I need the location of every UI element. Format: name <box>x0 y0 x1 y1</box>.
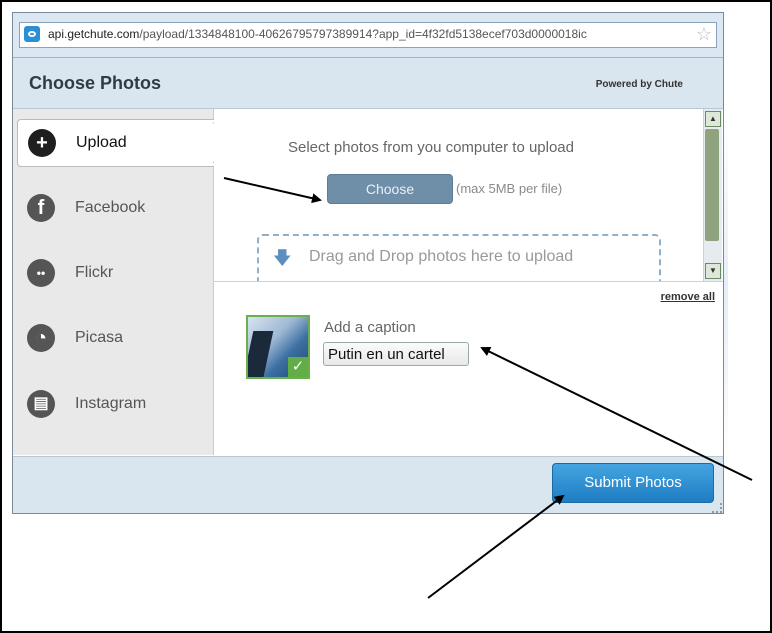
instagram-icon: ▤ <box>27 390 55 418</box>
sidebar-item-label: Flickr <box>75 264 114 281</box>
divider <box>214 281 723 282</box>
background-page-edge <box>724 110 728 470</box>
upload-panel: Select photos from you computer to uploa… <box>214 109 723 455</box>
sidebar-item-flickr[interactable]: •• Flickr <box>17 250 213 296</box>
caption-input[interactable]: Putin en un cartel <box>323 342 469 366</box>
down-arrow-icon: 🡇 <box>273 248 292 268</box>
dialog-footer: Submit Photos <box>13 456 723 513</box>
checkmark-icon: ✓ <box>288 357 308 377</box>
sidebar-item-label: Upload <box>76 134 127 151</box>
sidebar-item-label: Facebook <box>75 199 146 216</box>
sidebar-item-instagram[interactable]: ▤ Instagram <box>17 381 213 427</box>
sidebar-item-picasa[interactable]: ◔ Picasa <box>17 315 213 361</box>
sidebar-item-facebook[interactable]: f Facebook <box>17 185 213 231</box>
scroll-down-icon[interactable]: ▼ <box>705 263 721 279</box>
chute-favicon-icon <box>24 26 40 42</box>
resize-grip-icon[interactable] <box>712 503 722 513</box>
url-text: api.getchute.com/payload/1334848100-4062… <box>48 27 587 41</box>
thumbnail-shape <box>248 331 274 377</box>
star-icon[interactable]: ☆ <box>696 24 712 45</box>
remove-all-link[interactable]: remove all <box>661 291 715 303</box>
sidebar-item-label: Instagram <box>75 395 147 412</box>
dialog-title: Choose Photos <box>29 73 162 93</box>
choose-button[interactable]: Choose <box>327 174 453 204</box>
sidebar-item-label: Picasa <box>75 329 124 346</box>
photo-thumbnail[interactable]: ✓ <box>246 315 310 379</box>
sidebar-item-upload[interactable]: + Upload <box>17 119 215 167</box>
flickr-icon: •• <box>27 259 55 287</box>
scrollbar-thumb[interactable] <box>705 129 719 241</box>
drop-zone-text: Drag and Drop photos here to upload <box>309 248 574 265</box>
url-field[interactable]: api.getchute.com/payload/1334848100-4062… <box>19 22 717 48</box>
caption-label: Add a caption <box>324 319 416 336</box>
popup-window: api.getchute.com/payload/1334848100-4062… <box>12 12 724 514</box>
scroll-up-icon[interactable]: ▲ <box>705 111 721 127</box>
upload-area: Select photos from you computer to uploa… <box>214 109 703 281</box>
picasa-icon: ◔ <box>27 324 55 352</box>
plus-icon: + <box>28 129 56 157</box>
dialog-header: Choose Photos Powered by Chute <box>13 58 723 109</box>
facebook-icon: f <box>27 194 55 222</box>
address-bar: api.getchute.com/payload/1334848100-4062… <box>13 13 723 58</box>
source-sidebar: + Upload f Facebook •• Flickr ◔ Picasa ▤… <box>13 109 215 455</box>
powered-by-text: Powered by Chute <box>595 79 683 90</box>
upload-instruction: Select photos from you computer to uploa… <box>288 139 574 156</box>
drop-zone[interactable]: 🡇 Drag and Drop photos here to upload <box>257 234 661 281</box>
submit-photos-button[interactable]: Submit Photos <box>552 463 714 503</box>
scrollbar[interactable]: ▲ ▼ <box>703 109 722 281</box>
max-size-note: (max 5MB per file) <box>456 181 563 196</box>
